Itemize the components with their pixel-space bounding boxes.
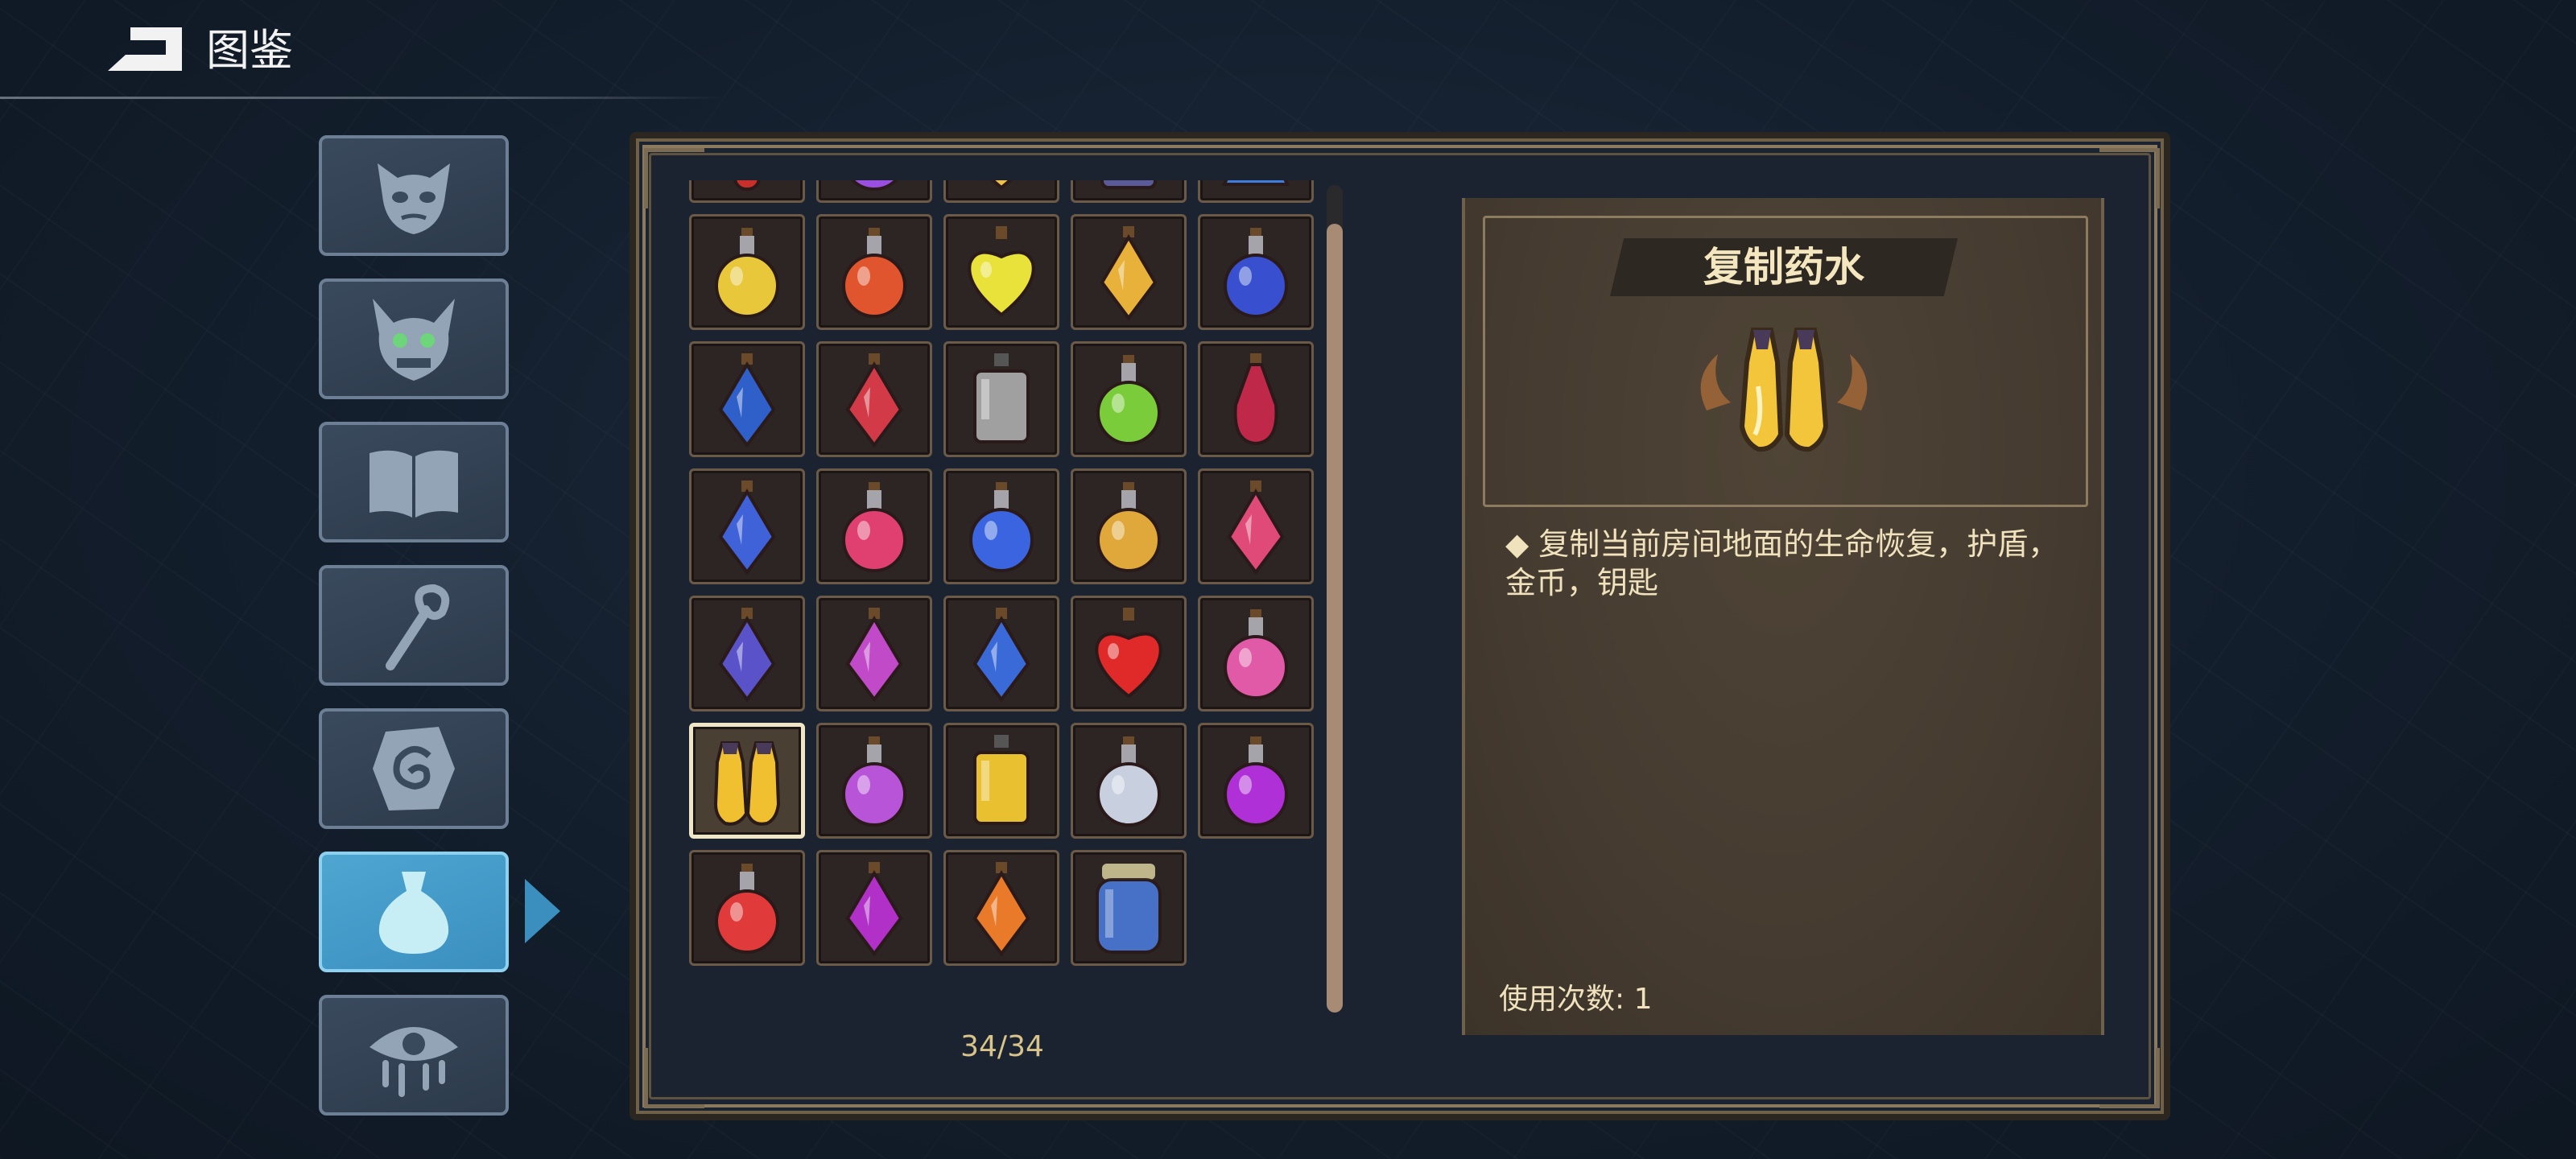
potion-slot[interactable]	[1198, 341, 1314, 457]
demon-face-icon	[378, 163, 450, 234]
sidebar-item-boss[interactable]	[319, 278, 509, 399]
potion-icon	[990, 180, 1013, 190]
potion-icon	[715, 864, 779, 954]
crying-eye-icon	[369, 1027, 458, 1097]
horned-skull-icon	[373, 299, 455, 381]
potion-slot[interactable]	[1071, 468, 1187, 584]
item-name: 复制药水	[1703, 244, 1864, 291]
potion-slot[interactable]	[1198, 596, 1314, 711]
potion-icon	[972, 608, 1030, 703]
potion-slot[interactable]	[816, 596, 932, 711]
scrollbar-thumb[interactable]	[1327, 224, 1343, 1013]
potion-slot[interactable]	[689, 341, 805, 457]
potion-slot[interactable]	[689, 850, 805, 966]
potion-slot[interactable]	[1071, 596, 1187, 711]
sidebar-item-eye[interactable]	[319, 995, 509, 1116]
potion-icon	[845, 353, 903, 448]
potion-slot[interactable]	[689, 214, 805, 330]
potion-slot[interactable]	[1071, 850, 1187, 966]
rune-stone-icon	[373, 727, 455, 810]
potion-icon	[718, 353, 776, 448]
potion-slot[interactable]	[816, 850, 932, 966]
page-title: 图鉴	[206, 25, 293, 76]
twin-gold-potion-icon	[1700, 328, 1868, 452]
potion-icon	[845, 862, 903, 957]
frame-corner	[2099, 1048, 2160, 1108]
sidebar-item-rune[interactable]	[319, 708, 509, 829]
potion-slot[interactable]	[816, 723, 932, 839]
sidebar-item-staff[interactable]	[319, 565, 509, 686]
potion-slot[interactable]	[1071, 341, 1187, 457]
sidebar-item-book[interactable]	[319, 422, 509, 542]
potion-slot[interactable]	[943, 468, 1059, 584]
potion-icon	[845, 608, 903, 703]
potion-icon	[718, 608, 776, 703]
potion-icon	[1227, 481, 1285, 575]
potion-slot[interactable]	[816, 341, 932, 457]
potion-icon	[718, 481, 776, 575]
back-button[interactable]	[101, 23, 187, 76]
potion-icon	[1224, 736, 1288, 827]
potion-icon	[733, 180, 761, 191]
potion-slot[interactable]	[689, 596, 805, 711]
potion-slot[interactable]	[816, 214, 932, 330]
potion-grid-viewport[interactable]	[686, 180, 1314, 1019]
item-description: ◆ 复制当前房间地面的生命恢复，护盾，金币，钥匙	[1505, 526, 2059, 600]
potion-slot[interactable]	[1071, 180, 1187, 203]
back-arrow-icon	[108, 27, 182, 71]
potion-slot[interactable]	[1198, 723, 1314, 839]
potion-icon	[973, 735, 1030, 825]
potion-icon	[1233, 353, 1278, 446]
potion-slot[interactable]	[943, 723, 1059, 839]
staff-icon	[386, 584, 450, 670]
open-book-icon	[369, 450, 458, 518]
potion-icon	[1095, 608, 1162, 699]
sidebar-item-potion[interactable]	[319, 852, 509, 972]
potion-slot[interactable]	[943, 850, 1059, 966]
frame-corner	[2099, 148, 2160, 208]
potion-icon	[850, 180, 898, 191]
potion-slot[interactable]	[816, 468, 932, 584]
potion-slot[interactable]	[1071, 214, 1187, 330]
potion-icon	[1100, 226, 1158, 321]
potion-bag-icon	[378, 872, 449, 954]
potion-icon	[713, 741, 781, 826]
potion-icon	[715, 228, 779, 318]
potion-slot[interactable]	[1198, 180, 1314, 203]
frame-corner	[644, 1048, 704, 1108]
potion-slot[interactable]	[689, 468, 805, 584]
potion-icon	[1221, 180, 1290, 186]
potion-icon	[972, 862, 1030, 957]
potion-slot[interactable]	[816, 180, 932, 203]
potion-icon	[1224, 228, 1288, 318]
potion-icon	[842, 228, 906, 318]
potion-icon	[973, 353, 1030, 443]
potion-icon	[1096, 355, 1161, 445]
potion-slot[interactable]	[943, 214, 1059, 330]
potion-slot[interactable]	[689, 180, 805, 203]
potion-slot[interactable]	[1071, 723, 1187, 839]
potion-icon	[1096, 864, 1162, 954]
potion-slot[interactable]	[943, 341, 1059, 457]
active-indicator-icon	[525, 879, 560, 943]
collection-counter: 34/34	[960, 1030, 1044, 1063]
potion-icon	[1100, 180, 1157, 189]
item-use-count: 使用次数: 1	[1499, 983, 1653, 1016]
potion-icon	[842, 736, 906, 827]
potion-slot[interactable]	[943, 596, 1059, 711]
potion-slot[interactable]	[1198, 214, 1314, 330]
potion-icon	[968, 226, 1035, 317]
potion-slot-selected[interactable]	[689, 723, 805, 839]
potion-icon	[1224, 609, 1288, 699]
sidebar-item-monster[interactable]	[319, 135, 509, 256]
potion-icon	[1096, 482, 1161, 572]
potion-icon	[969, 482, 1034, 572]
potion-slot[interactable]	[943, 180, 1059, 203]
potion-icon	[1096, 736, 1161, 827]
potion-slot[interactable]	[1198, 468, 1314, 584]
potion-icon	[842, 482, 906, 572]
header-divider	[0, 97, 724, 99]
